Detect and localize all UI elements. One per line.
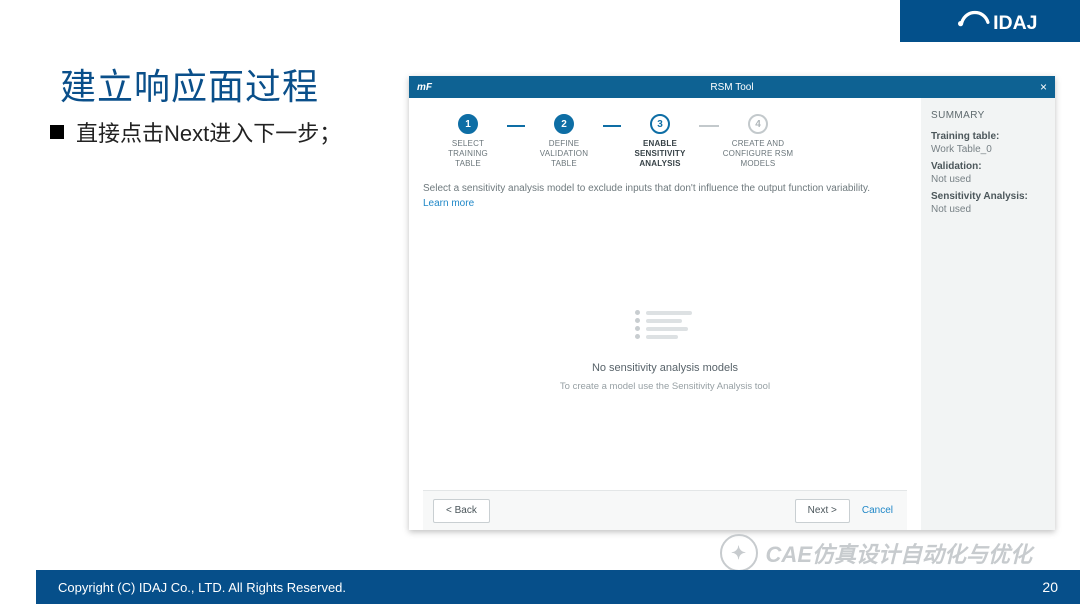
watermark-text: CAE仿真设计自动化与优化 xyxy=(766,537,1032,569)
step-4-label: CREATE AND CONFIGURE RSM MODELS xyxy=(723,139,794,169)
step-1-circle: 1 xyxy=(458,114,478,134)
next-button[interactable]: Next > xyxy=(795,499,850,523)
app-title: RSM Tool xyxy=(710,82,753,93)
step-2-circle: 2 xyxy=(554,114,574,134)
summary-k-validation: Validation: xyxy=(931,161,1045,172)
step-3-circle: 3 xyxy=(650,114,670,134)
slide-title: 建立响应面过程 xyxy=(60,58,319,110)
close-icon[interactable]: × xyxy=(1040,80,1047,94)
app-main: 1 SELECT TRAINING TABLE 2 DEFINE VALIDAT… xyxy=(409,98,921,530)
slide-footer: Copyright (C) IDAJ Co., LTD. All Rights … xyxy=(36,570,1080,604)
step-3-label: ENABLE SENSITIVITY ANALYSIS xyxy=(634,139,685,169)
back-button[interactable]: < Back xyxy=(433,499,490,523)
bullet-icon xyxy=(50,125,64,139)
summary-v-sensitivity: Not used xyxy=(931,204,1045,215)
app-body: 1 SELECT TRAINING TABLE 2 DEFINE VALIDAT… xyxy=(409,98,1055,530)
step-3[interactable]: 3 ENABLE SENSITIVITY ANALYSIS xyxy=(621,114,699,169)
wechat-icon: ✦ xyxy=(720,534,758,572)
step-2-label: DEFINE VALIDATION TABLE xyxy=(540,139,588,169)
brand-banner: IDAJ xyxy=(900,0,1080,42)
app-brand-icon: mF xyxy=(417,82,432,93)
step-2[interactable]: 2 DEFINE VALIDATION TABLE xyxy=(525,114,603,169)
rsm-tool-window: mF RSM Tool × 1 SELECT TRAINING TABLE 2 … xyxy=(409,76,1055,530)
empty-state: No sensitivity analysis models To create… xyxy=(423,209,907,490)
step-4-circle: 4 xyxy=(748,114,768,134)
instruction-text: Select a sensitivity analysis model to e… xyxy=(423,183,907,194)
slide: IDAJ 建立响应面过程 直接点击Next进入下一步； mF RSM Tool … xyxy=(0,0,1080,608)
app-titlebar: mF RSM Tool × xyxy=(409,76,1055,98)
copyright-text: Copyright (C) IDAJ Co., LTD. All Rights … xyxy=(58,580,346,595)
empty-state-title: No sensitivity analysis models xyxy=(592,362,738,374)
summary-k-training: Training table: xyxy=(931,131,1045,142)
learn-more-link[interactable]: Learn more xyxy=(423,198,907,209)
summary-heading: SUMMARY xyxy=(931,110,1045,121)
empty-state-icon xyxy=(635,307,695,342)
step-connector xyxy=(507,125,525,127)
watermark: ✦ CAE仿真设计自动化与优化 xyxy=(720,534,1032,572)
wizard-footer: < Back Next > Cancel xyxy=(423,490,907,530)
summary-v-training: Work Table_0 xyxy=(931,144,1045,155)
step-connector xyxy=(699,125,719,127)
step-connector xyxy=(603,125,621,127)
step-4[interactable]: 4 CREATE AND CONFIGURE RSM MODELS xyxy=(719,114,797,169)
summary-panel: SUMMARY Training table: Work Table_0 Val… xyxy=(921,98,1055,530)
bullet-text: 直接点击Next进入下一步； xyxy=(76,116,341,148)
page-number: 20 xyxy=(1042,579,1058,595)
wizard-stepper: 1 SELECT TRAINING TABLE 2 DEFINE VALIDAT… xyxy=(429,114,907,169)
idaj-logo: IDAJ xyxy=(958,8,1062,34)
step-1-label: SELECT TRAINING TABLE xyxy=(448,139,488,169)
summary-v-validation: Not used xyxy=(931,174,1045,185)
cancel-link[interactable]: Cancel xyxy=(858,505,897,516)
empty-state-subtitle: To create a model use the Sensitivity An… xyxy=(560,381,770,392)
svg-text:IDAJ: IDAJ xyxy=(993,12,1037,34)
bullet-row: 直接点击Next进入下一步； xyxy=(50,116,341,148)
step-1[interactable]: 1 SELECT TRAINING TABLE xyxy=(429,114,507,169)
summary-k-sensitivity: Sensitivity Analysis: xyxy=(931,191,1045,202)
